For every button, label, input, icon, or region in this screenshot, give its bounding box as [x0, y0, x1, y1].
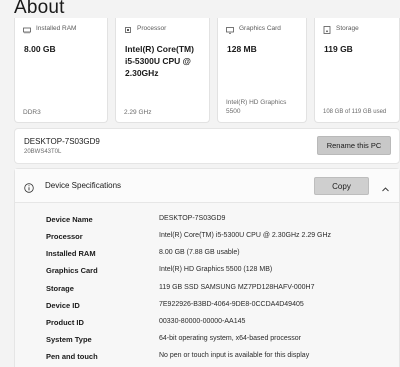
card-subtext-line: 5500 [226, 108, 241, 115]
spec-value: No pen or touch input is available for t… [159, 352, 310, 359]
card-subtext-line: Intel(R) HD Graphics [226, 99, 287, 106]
spec-key: Device ID [46, 301, 80, 310]
spec-row-device-id: Device ID 7E922926-B3BD-4064-9DE8-0CCDA4… [15, 301, 399, 318]
processor-icon [124, 26, 132, 34]
card-value-line: 119 GB [324, 44, 353, 54]
memory-icon [23, 26, 31, 34]
device-specifications-panel: Device Specifications Copy Device Name D… [14, 168, 400, 367]
card-value: 8.00 GB [24, 43, 56, 55]
hardware-summary-cards: Installed RAM 8.00 GB DDR3 Processor Int… [14, 18, 400, 123]
spec-value: 8.00 GB (7.88 GB usable) [159, 249, 240, 256]
spec-value: DESKTOP-7S03GD9 [159, 215, 226, 222]
card-label: Graphics Card [239, 25, 281, 32]
spec-value: 00330-80000-00000-AA145 [159, 318, 246, 325]
pc-model: 20BWS43T0L [24, 149, 62, 155]
card-value: 119 GB [324, 43, 353, 55]
card-value-line: 2.30GHz [125, 68, 159, 78]
spec-value: 119 GB SSD SAMSUNG MZ7PD128HAFV-000H7 [159, 284, 315, 291]
card-subtext: 2.29 GHz [124, 109, 152, 116]
device-specifications-header[interactable]: Device Specifications Copy [15, 169, 399, 203]
spec-row-system-type: System Type 64-bit operating system, x64… [15, 335, 399, 352]
spec-row-product-id: Product ID 00330-80000-00000-AA145 [15, 318, 399, 335]
rename-pc-button[interactable]: Rename this PC [317, 136, 391, 155]
spec-value: Intel(R) Core(TM) i5-5300U CPU @ 2.30GHz… [159, 232, 332, 239]
spec-value: Intel(R) HD Graphics 5500 (128 MB) [159, 266, 273, 273]
spec-key: Processor [46, 232, 83, 241]
card-label: Installed RAM [36, 25, 77, 32]
card-subtext: DDR3 [23, 109, 41, 116]
card-label: Storage [336, 25, 359, 32]
graphics-card-icon [226, 26, 234, 34]
spec-key: Pen and touch [46, 352, 98, 361]
copy-button[interactable]: Copy [314, 177, 369, 195]
page-title: About [14, 0, 65, 18]
pc-name-section: DESKTOP-7S03GD9 20BWS43T0L Rename this P… [14, 128, 400, 164]
spec-row-graphics-card: Graphics Card Intel(R) HD Graphics 5500 … [15, 266, 399, 283]
card-processor: Processor Intel(R) Core(TM) i5-5300U CPU… [115, 18, 210, 123]
spec-row-pen-and-touch: Pen and touch No pen or touch input is a… [15, 352, 399, 367]
spec-value: 64-bit operating system, x64-based proce… [159, 335, 302, 342]
card-value-line: i5-5300U CPU @ [125, 56, 191, 66]
card-value-line: Intel(R) Core(TM) [125, 44, 194, 54]
card-graphics: Graphics Card 128 MB Intel(R) HD Graphic… [217, 18, 307, 123]
device-specifications-title: Device Specifications [45, 181, 122, 190]
card-subtext: Intel(R) HD Graphics 5500 [226, 98, 286, 116]
spec-row-processor: Processor Intel(R) Core(TM) i5-5300U CPU… [15, 232, 399, 249]
spec-row-installed-ram: Installed RAM 8.00 GB (7.88 GB usable) [15, 249, 399, 266]
spec-key: Storage [46, 284, 74, 293]
spec-key: Installed RAM [46, 249, 96, 258]
card-value: Intel(R) Core(TM) i5-5300U CPU @ 2.30GHz [125, 43, 194, 79]
spec-value: 7E922926-B3BD-4064-9DE8-0CCDA4D49405 [159, 301, 304, 308]
chevron-up-icon[interactable] [381, 181, 390, 192]
card-storage: Storage 119 GB 108 GB of 119 GB used [314, 18, 400, 123]
spec-key: Graphics Card [46, 266, 98, 275]
storage-icon [323, 26, 331, 34]
card-subtext: 108 GB of 119 GB used [323, 109, 387, 115]
card-label: Processor [137, 25, 167, 32]
pc-name: DESKTOP-7S03GD9 [24, 137, 100, 146]
card-value-line: 8.00 GB [24, 44, 56, 54]
spec-key: Device Name [46, 215, 93, 224]
spec-row-device-name: Device Name DESKTOP-7S03GD9 [15, 215, 399, 232]
info-icon [24, 180, 34, 193]
card-value: 128 MB [227, 43, 257, 55]
card-value-line: 128 MB [227, 44, 257, 54]
spec-row-storage: Storage 119 GB SSD SAMSUNG MZ7PD128HAFV-… [15, 284, 399, 301]
spec-key: System Type [46, 335, 92, 344]
card-installed-ram: Installed RAM 8.00 GB DDR3 [14, 18, 108, 123]
spec-key: Product ID [46, 318, 84, 327]
